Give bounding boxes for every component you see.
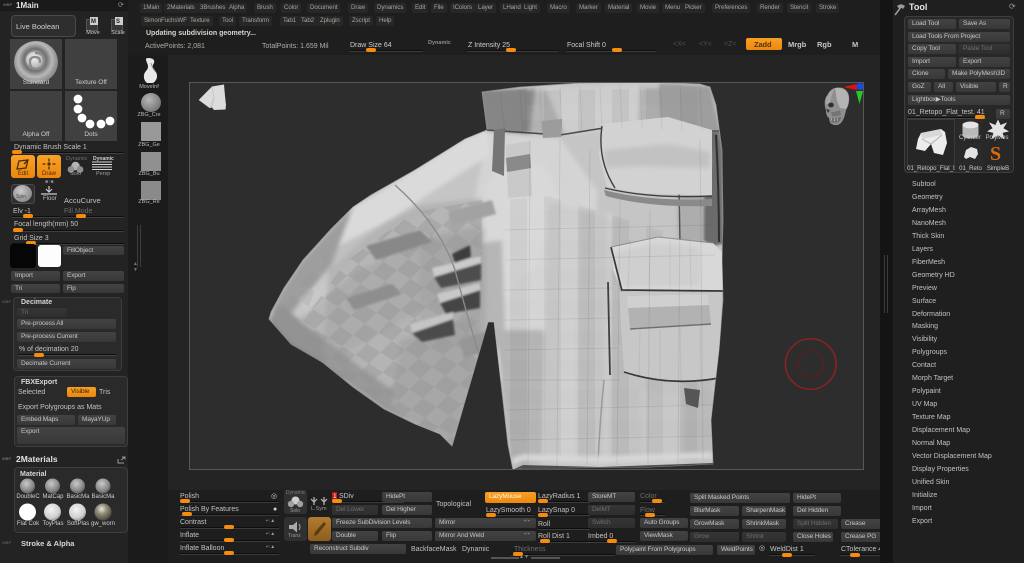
svg-text:S: S: [990, 143, 1001, 164]
